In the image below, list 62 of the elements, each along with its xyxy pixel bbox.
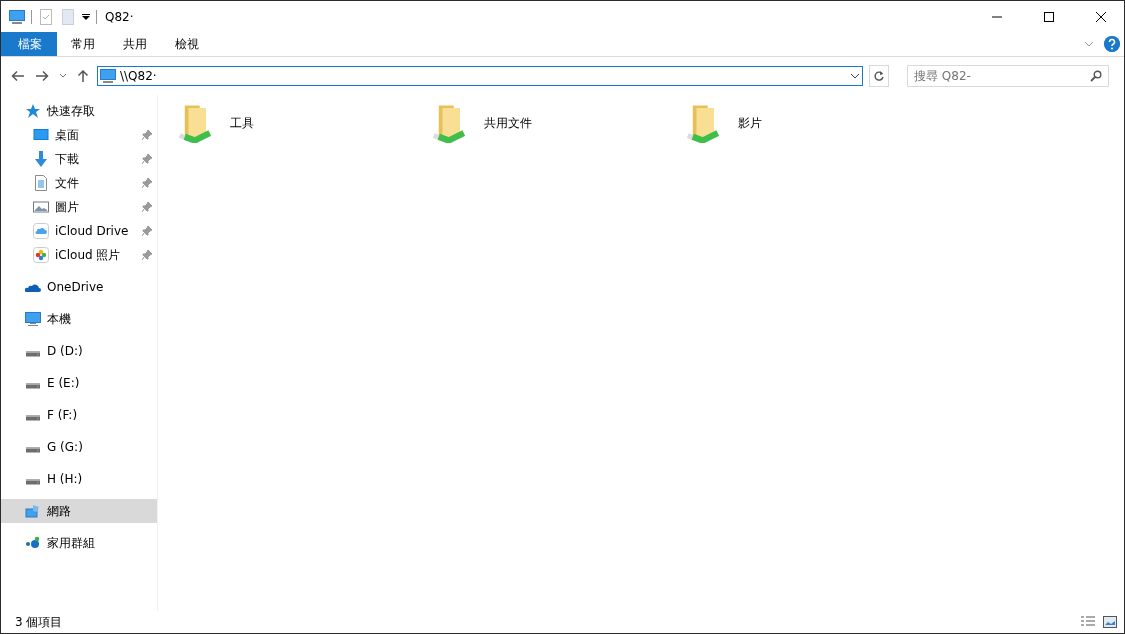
monitor-icon xyxy=(25,311,41,327)
pin-icon[interactable] xyxy=(141,201,153,213)
sidebar-item[interactable]: E (E:) xyxy=(1,371,157,395)
sidebar-item[interactable]: G (G:) xyxy=(1,435,157,459)
pin-icon[interactable] xyxy=(141,153,153,165)
refresh-button[interactable] xyxy=(869,65,889,87)
sidebar-item[interactable]: 快速存取 xyxy=(1,99,157,123)
sidebar-item[interactable]: D (D:) xyxy=(1,339,157,363)
star-icon xyxy=(25,103,41,119)
desktop-icon xyxy=(33,127,49,143)
large-icons-view-icon[interactable] xyxy=(1102,615,1118,629)
item-count: 3 個項目 xyxy=(15,613,63,631)
maximize-icon[interactable] xyxy=(1044,11,1054,22)
window-title: Q82· xyxy=(105,9,134,24)
ribbon-tab[interactable]: 檔案 xyxy=(1,32,57,56)
ribbon-tab[interactable]: 共用 xyxy=(109,32,161,56)
close-icon[interactable] xyxy=(1096,11,1106,22)
details-view-icon[interactable] xyxy=(1080,615,1096,629)
flower-icon xyxy=(33,247,49,263)
checkmark-page-icon[interactable] xyxy=(38,8,54,25)
folder-name[interactable]: 工具 xyxy=(230,114,254,132)
pin-icon[interactable] xyxy=(141,225,153,237)
minimize-icon[interactable] xyxy=(992,15,1002,18)
pin-icon[interactable] xyxy=(141,249,153,261)
help-icon[interactable] xyxy=(1104,36,1120,52)
homegroup-icon xyxy=(25,535,41,551)
search-icon[interactable] xyxy=(1090,70,1102,82)
sidebar-item[interactable]: 圖片 xyxy=(1,195,157,219)
drive-icon xyxy=(25,479,41,485)
network-icon xyxy=(25,503,41,519)
cloud-icon xyxy=(33,223,49,239)
sidebar-item[interactable]: 家用群組 xyxy=(1,531,157,555)
sidebar-item[interactable]: H (H:) xyxy=(1,467,157,491)
sidebar-item[interactable]: iCloud 照片 xyxy=(1,243,157,267)
drive-icon xyxy=(25,447,41,453)
chevron-down-icon[interactable] xyxy=(850,73,860,79)
down-arrow-icon xyxy=(33,151,49,167)
sidebar-item[interactable]: 文件 xyxy=(1,171,157,195)
monitor-icon xyxy=(100,68,116,84)
pin-icon[interactable] xyxy=(141,177,153,189)
dropdown-icon[interactable] xyxy=(82,12,90,21)
monitor-icon xyxy=(9,8,25,25)
sidebar-item[interactable]: iCloud Drive xyxy=(1,219,157,243)
pin-icon[interactable] xyxy=(141,129,153,141)
sidebar-item[interactable]: 網路 xyxy=(1,499,157,523)
drive-icon xyxy=(25,415,41,421)
sidebar-item[interactable]: OneDrive xyxy=(1,275,157,299)
picture-icon xyxy=(33,199,49,215)
folder-name[interactable]: 影片 xyxy=(738,114,762,132)
sidebar-item[interactable]: 下載 xyxy=(1,147,157,171)
search-box[interactable]: 搜尋 Q82- xyxy=(907,65,1109,87)
folder-name[interactable]: 共用文件 xyxy=(484,114,532,132)
document-icon xyxy=(33,175,49,191)
sidebar-item[interactable]: 本機 xyxy=(1,307,157,331)
address-bar[interactable]: \\Q82· xyxy=(97,66,863,86)
drive-icon xyxy=(25,383,41,389)
ribbon-tab[interactable]: 常用 xyxy=(57,32,109,56)
sidebar-item[interactable]: 桌面 xyxy=(1,123,157,147)
drive-icon xyxy=(25,351,41,357)
refresh-icon[interactable] xyxy=(873,70,885,82)
ribbon-tab[interactable]: 檢視 xyxy=(161,32,213,56)
sidebar-item[interactable]: F (F:) xyxy=(1,403,157,427)
